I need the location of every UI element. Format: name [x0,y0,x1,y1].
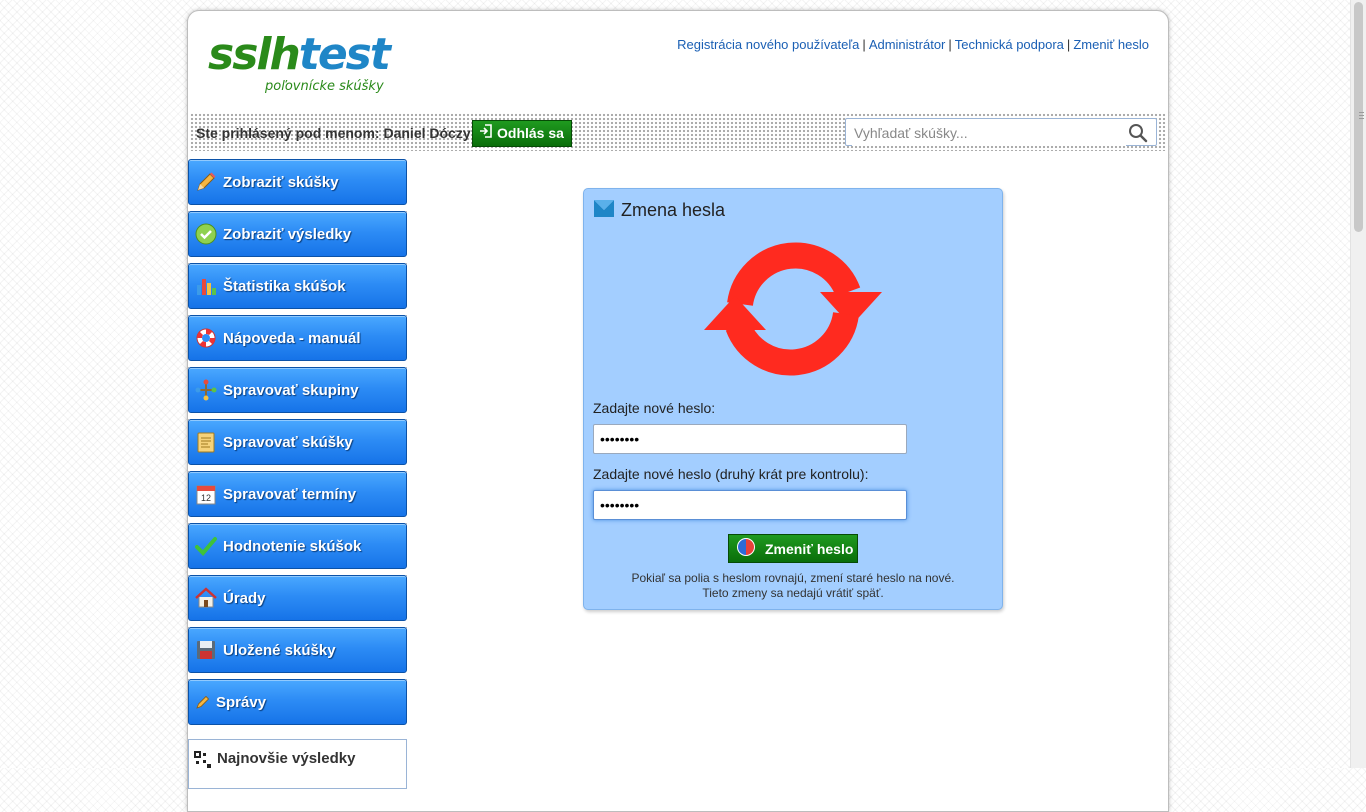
sidebar-item-ulozene-skusky[interactable]: Uložené skúšky [188,627,407,673]
sidebar-item-spravovat-skusky[interactable]: Spravovať skúšky [188,419,407,465]
sync-icon [702,234,884,389]
sidebar-item-zobrazit-skusky[interactable]: Zobraziť skúšky [188,159,407,205]
sidebar-item-spravy[interactable]: Správy [188,679,407,725]
scrollbar-thumb[interactable] [1354,2,1364,232]
network-icon [195,379,217,401]
sidebar-item-label: Spravovať skúšky [223,433,353,451]
vertical-scrollbar[interactable] [1350,0,1366,768]
sidebar-item-zobrazit-vysledky[interactable]: Zobraziť výsledky [188,211,407,257]
sidebar-item-urady[interactable]: Úrady [188,575,407,621]
panel-title: Zmena hesla [621,200,726,220]
check-circle-icon [195,223,217,245]
change-password-button-label: Zmeniť heslo [765,540,854,557]
sidebar-item-label: Správy [216,693,267,711]
calendar-icon: 12 [195,483,217,505]
pencil-icon [195,171,217,193]
logged-in-text: Ste prihlásený pod menom: Daniel Dóczy [196,125,471,141]
notepad-icon [195,431,217,453]
sidebar-item-statistika[interactable]: Štatistika skúšok [188,263,407,309]
new-password-label: Zadajte nové heslo: [593,400,716,416]
sidebar-item-label: Zobraziť skúšky [223,173,339,191]
confirm-password-field[interactable] [593,490,907,520]
logo-subtitle: poľovnícke skúšky [265,79,384,94]
confirm-password-label: Zadajte nové heslo (druhý krát pre kontr… [593,466,869,482]
lifebuoy-icon [195,327,217,349]
new-password-field[interactable] [593,424,907,454]
qr-icon [194,751,211,773]
sidebar-item-label: Spravovať termíny [223,485,357,503]
change-password-note: Pokiaľ sa polia s heslom rovnajú, zmení … [631,571,955,600]
home-icon [195,587,217,609]
sidebar-item-spravovat-terminy[interactable]: 12 Spravovať termíny [188,471,407,517]
top-links: Registrácia nového používateľa | Administr… [677,37,1149,52]
logo-text-sslh: sslh [208,29,301,80]
change-password-panel: Zmena hesla Zadajte nové heslo: Zadajte … [583,188,1003,610]
sidebar-item-label: Zobraziť výsledky [223,225,352,243]
change-password-link[interactable]: Zmeniť heslo [1073,37,1149,52]
sidebar-item-label: Hodnotenie skúšok [223,537,362,555]
logout-button[interactable]: Odhlás sa [472,120,572,147]
logout-icon [479,120,493,147]
search-input[interactable] [852,120,1126,146]
change-password-button[interactable]: Zmeniť heslo [728,534,858,563]
logo-text-test: test [298,29,391,80]
sidebar-item-label: Uložené skúšky [223,641,336,659]
logout-label: Odhlás sa [497,125,564,141]
latest-results-label: Najnovšie výsledky [217,750,356,767]
sidebar-item-label: Spravovať skupiny [223,381,359,399]
register-link[interactable]: Registrácia nového používateľa [677,37,859,52]
calendar-day-text: 12 [201,493,211,503]
site-logo[interactable]: sslhtest poľovnícke skúšky [208,33,391,95]
sidebar-item-label: Štatistika skúšok [223,277,346,295]
support-link[interactable]: Technická podpora [955,37,1064,52]
sidebar-item-spravovat-skupiny[interactable]: Spravovať skupiny [188,367,407,413]
search-icon[interactable] [1128,123,1148,148]
sidebar-item-label: Úrady [223,589,266,607]
browser-circle-icon [736,537,756,560]
bar-chart-icon [195,275,217,297]
page-container: sslhtest poľovnícke skúšky Registrácia n… [187,10,1169,812]
pen-icon [195,691,211,713]
sidebar-item-label: Nápoveda - manuál [223,329,361,347]
floppy-icon [195,639,217,661]
checkmark-icon [195,535,217,557]
latest-results-panel[interactable]: Najnovšie výsledky [188,739,407,789]
panel-header-icon [594,200,614,222]
sidebar-item-napoveda[interactable]: Nápoveda - manuál [188,315,407,361]
search-box [845,118,1157,146]
admin-link[interactable]: Administrátor [869,37,946,52]
sidebar-item-hodnotenie[interactable]: Hodnotenie skúšok [188,523,407,569]
